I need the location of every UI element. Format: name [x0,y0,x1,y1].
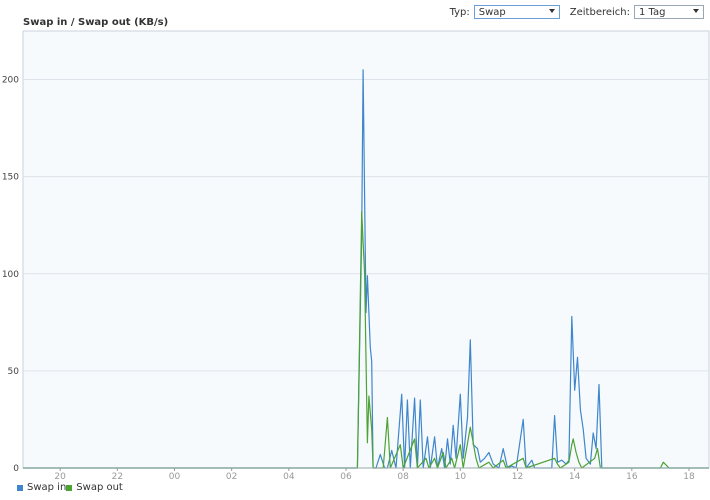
x-tick-label: 02 [226,472,237,482]
swap-chart: 0 50 100 150 200 20 22 00 02 04 06 08 10 12 14 16 18 [2,30,710,482]
y-tick-label: 150 [2,173,19,183]
legend-item-swap-in[interactable]: Swap in [17,482,66,493]
legend-label-swap-in: Swap in [27,482,67,493]
y-tick-label: 50 [8,367,20,377]
x-tick-label: 00 [169,472,181,482]
x-tick-label: 18 [683,472,695,482]
legend: Swap in Swap out [17,482,123,493]
x-tick-label: 04 [283,472,295,482]
y-tick-label: 100 [2,270,19,280]
plot-area [22,30,710,469]
x-tick-label: 08 [397,472,409,482]
x-tick-label: 22 [112,472,123,482]
x-tick-label: 12 [512,472,523,482]
swap-in-swatch [17,484,23,491]
y-tick-label: 200 [2,76,19,86]
y-tick-label: 0 [13,464,19,474]
x-tick-label: 16 [626,472,638,482]
x-tick-label: 10 [455,472,467,482]
x-tick-label: 14 [569,472,581,482]
swap-out-swatch [66,484,73,491]
x-tick-label: 06 [340,472,352,482]
x-tick-label: 20 [54,472,66,482]
legend-item-swap-out[interactable]: Swap out [66,482,123,493]
legend-label-swap-out: Swap out [76,482,123,493]
